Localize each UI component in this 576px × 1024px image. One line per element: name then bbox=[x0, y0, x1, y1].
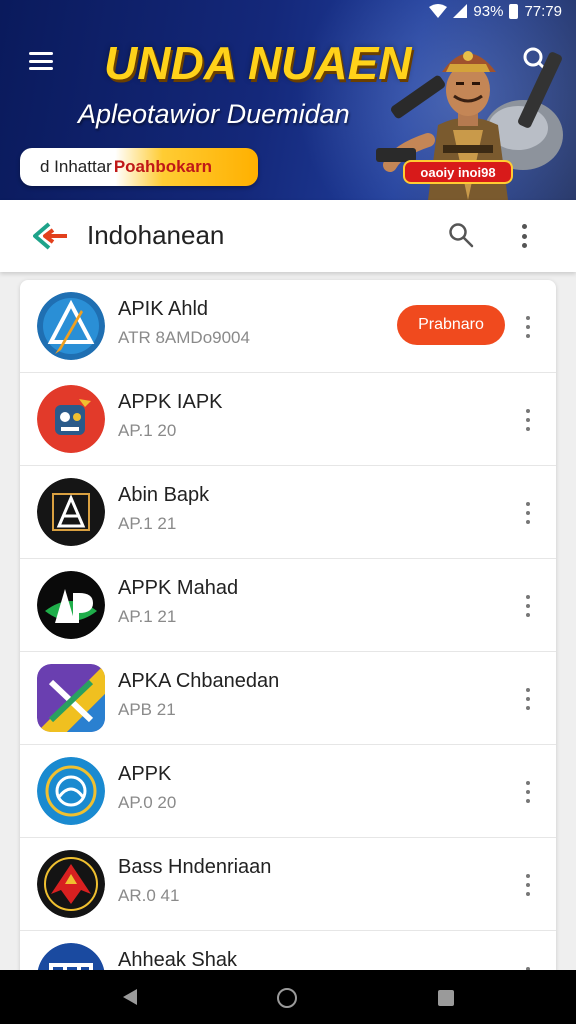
list-item[interactable]: APPK AP.0 20 bbox=[20, 745, 556, 838]
home-icon[interactable] bbox=[277, 988, 297, 1008]
app-name: APIK Ahld bbox=[118, 298, 209, 320]
ap-logo-icon bbox=[37, 571, 105, 639]
red-garuda-icon bbox=[37, 850, 105, 918]
list-item[interactable]: Abin Bapk AP.1 21 bbox=[20, 466, 556, 559]
signal-icon bbox=[453, 4, 468, 18]
banner-cta-button[interactable]: d Inhattar Poahbokarn bbox=[20, 148, 258, 186]
app-name: APPK Mahad bbox=[118, 577, 239, 599]
app-meta: AP.1 21 bbox=[118, 514, 177, 533]
list-item[interactable]: APIK Ahld ATR 8AMDo9004 Prabnaro bbox=[20, 280, 556, 373]
app-meta: AP.0 20 bbox=[118, 793, 177, 812]
item-more-icon[interactable] bbox=[523, 595, 533, 617]
item-more-icon[interactable] bbox=[523, 316, 533, 338]
app-meta: AR.0 41 bbox=[118, 886, 180, 905]
app-name: APPK IAPK bbox=[118, 391, 223, 413]
list-item[interactable]: APPK IAPK AP.1 20 bbox=[20, 373, 556, 466]
list-item[interactable]: APKA Chbanedan APB 21 bbox=[20, 652, 556, 745]
system-nav-bar bbox=[0, 970, 576, 1024]
battery-icon bbox=[509, 3, 519, 19]
item-more-icon[interactable] bbox=[523, 874, 533, 896]
app-name: APKA Chbanedan bbox=[118, 670, 280, 692]
item-more-icon[interactable] bbox=[523, 409, 533, 431]
app-list: APIK Ahld ATR 8AMDo9004 Prabnaro APPK IA… bbox=[20, 280, 556, 1000]
app-name: Ahheak Shak bbox=[118, 949, 237, 971]
banner-cta-left-text: d Inhattar bbox=[40, 157, 112, 176]
banner-cta-right-text: Poahbokarn bbox=[113, 157, 213, 176]
item-more-icon[interactable] bbox=[523, 781, 533, 803]
screen: 93% 77:79 UNDA NUAEN Apleotawior Duemida… bbox=[0, 0, 576, 1024]
list-item[interactable]: Bass Hndenriaan AR.0 41 bbox=[20, 838, 556, 931]
menu-icon[interactable] bbox=[29, 52, 53, 70]
triangle-pencil-icon bbox=[37, 292, 105, 360]
app-name: Abin Bapk bbox=[118, 484, 210, 506]
search-icon[interactable] bbox=[448, 222, 474, 248]
app-bar: Indohanean bbox=[0, 200, 576, 272]
app-meta: AP.1 20 bbox=[118, 421, 177, 440]
app-meta: APB 21 bbox=[118, 700, 176, 719]
wifi-icon bbox=[429, 4, 448, 18]
app-name: APPK bbox=[118, 763, 172, 785]
app-meta: AP.1 21 bbox=[118, 607, 177, 626]
page-title: Indohanean bbox=[87, 220, 225, 250]
recent-apps-icon[interactable] bbox=[438, 990, 454, 1006]
colorful-x-icon bbox=[37, 664, 105, 732]
banner-badge: oaoiy inoi98 bbox=[403, 160, 513, 184]
letter-a-frame-icon bbox=[37, 478, 105, 546]
app-meta: ATR 8AMDo9004 bbox=[118, 328, 250, 347]
install-button[interactable]: Prabnaro bbox=[397, 305, 505, 345]
banner-subtitle: Apleotawior Duemidan bbox=[78, 99, 350, 129]
battery-percent: 93% bbox=[473, 2, 504, 20]
promo-banner[interactable]: 93% 77:79 UNDA NUAEN Apleotawior Duemida… bbox=[0, 0, 576, 200]
item-more-icon[interactable] bbox=[523, 688, 533, 710]
back-icon[interactable] bbox=[121, 988, 139, 1006]
red-robot-icon bbox=[37, 385, 105, 453]
back-arrow-logo-icon[interactable] bbox=[33, 222, 69, 250]
overflow-menu-icon[interactable] bbox=[516, 222, 532, 250]
banner-title: UNDA NUAEN bbox=[104, 37, 412, 89]
status-bar: 93% 77:79 bbox=[429, 0, 562, 22]
clock: 77:79 bbox=[524, 2, 562, 20]
list-item[interactable]: APPK Mahad AP.1 21 bbox=[20, 559, 556, 652]
blue-emblem-icon bbox=[37, 757, 105, 825]
app-name: Bass Hndenriaan bbox=[118, 856, 272, 878]
item-more-icon[interactable] bbox=[523, 502, 533, 524]
